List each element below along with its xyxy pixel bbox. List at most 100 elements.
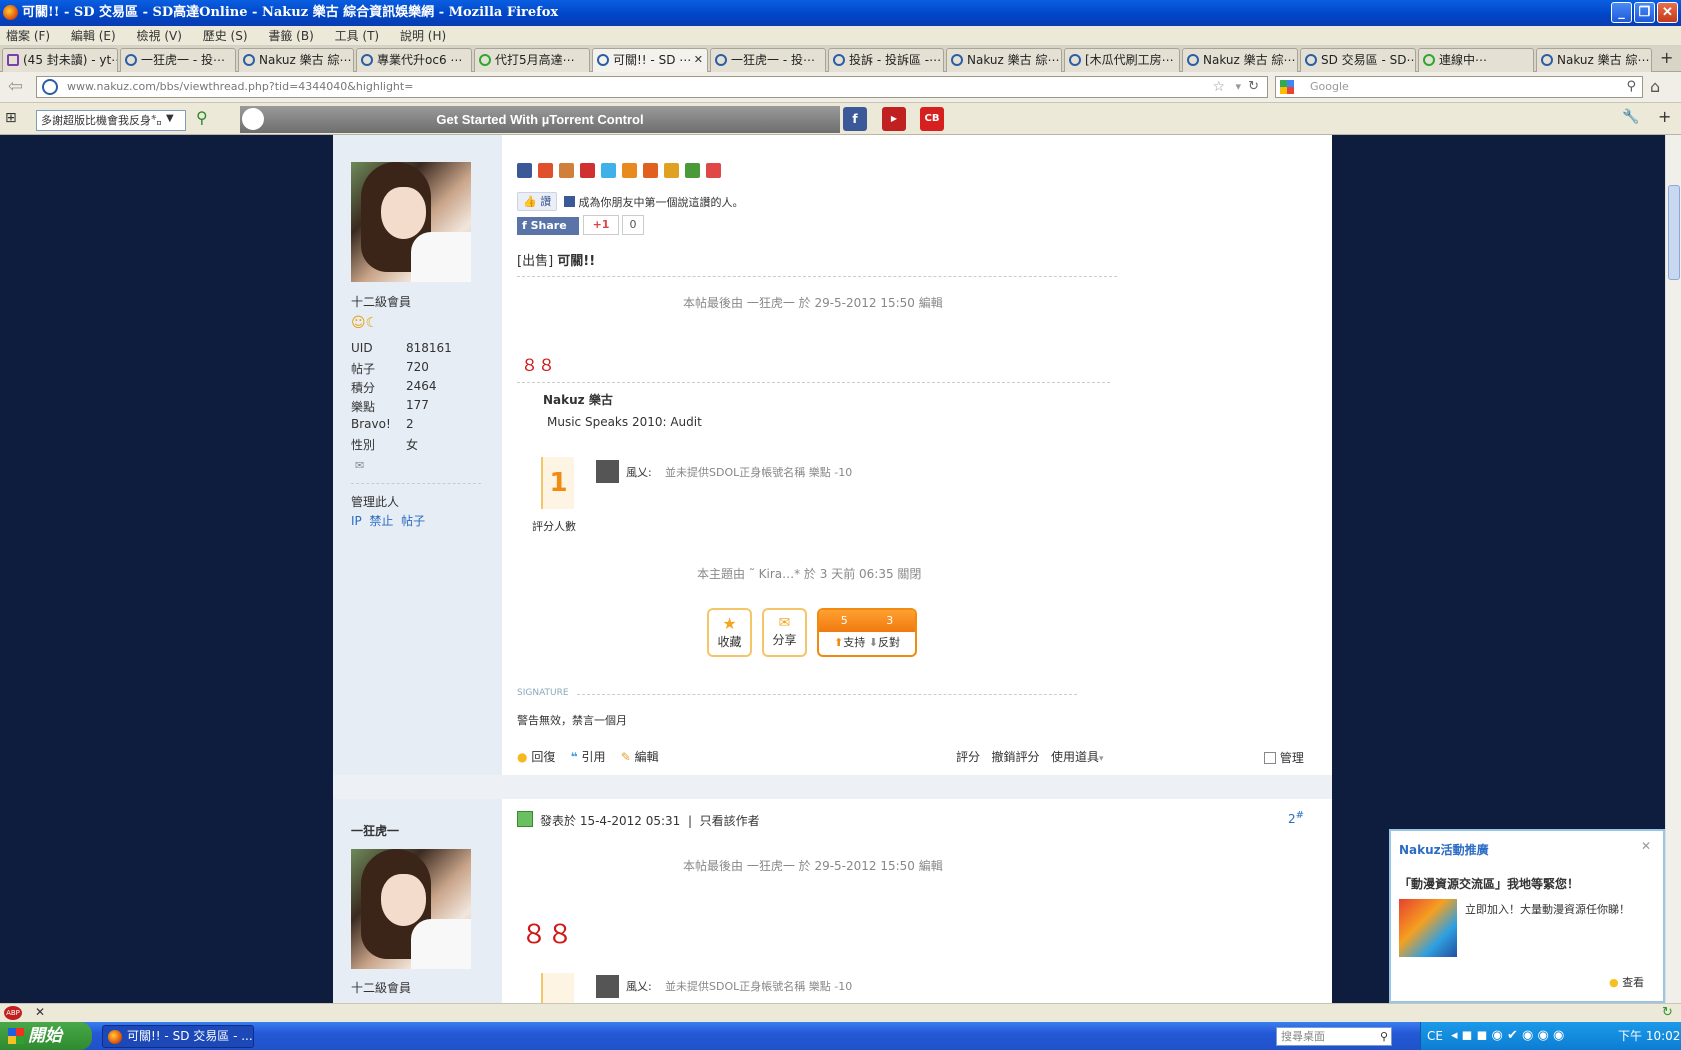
desktop-search-input[interactable]: 搜尋桌面 ⚲ [1276,1027,1392,1046]
avatar[interactable] [351,849,471,969]
author-name[interactable]: 一狂虎一 [351,822,399,839]
share-icon[interactable] [643,163,658,178]
manage-ban-link[interactable]: 禁止 [369,514,393,528]
facebook-share-button[interactable]: f Share [517,217,579,235]
tray-icons[interactable]: ◂ ◼ ◼ ◉ ✔ ◉ ◉ ◉ [1451,1022,1564,1050]
close-icon[interactable]: ✕ [35,1005,45,1019]
ie-icon [1187,54,1199,66]
menu-tools[interactable]: 工具 (T) [335,29,380,43]
tab-active[interactable]: 可關!! - SD ⋯ ✕ [592,48,708,73]
popup-headline[interactable]: 「動漫資源交流區」我地等緊您！ [1399,875,1579,892]
reload-icon[interactable]: ↻ [1248,77,1259,97]
new-tab-button[interactable]: + [1660,48,1673,67]
edit-button[interactable]: 編輯 [635,750,659,764]
tab-item[interactable]: Nakuz 樂古 綜⋯ [1536,48,1652,72]
admin-checkbox[interactable]: 管理 [1264,749,1304,766]
google-plus-button[interactable]: +1 [583,215,619,235]
start-button[interactable]: 開始 [0,1022,92,1050]
plurk-icon[interactable] [580,163,595,178]
avatar[interactable] [351,162,471,282]
manage-ip-link[interactable]: IP [351,514,362,528]
tools-button[interactable]: 使用道具 [1051,750,1099,764]
menu-view[interactable]: 檢視 (V) [137,29,182,43]
rater-avatar[interactable] [596,460,619,483]
manage-posts-link[interactable]: 帖子 [401,514,425,528]
language-indicator[interactable]: CE [1427,1022,1443,1050]
tab-item[interactable]: 代打5月高達⋯ [474,48,590,72]
reply-button[interactable]: 回復 [531,750,555,764]
taskbar-firefox-item[interactable]: 可關!! - SD 交易區 - ... [102,1025,254,1048]
menu-file[interactable]: 檔案 (F) [6,29,50,43]
share-icon[interactable] [706,163,721,178]
wrench-icon[interactable]: 🔧 [1622,109,1639,125]
menu-history[interactable]: 歷史 (S) [203,29,248,43]
thread-title: [出售] 可關!! [517,254,596,269]
adblock-icon[interactable]: ABP [4,1006,22,1020]
tab-item[interactable]: 一狂虎一 - 投⋯ [710,48,826,72]
url-bar[interactable]: www.nakuz.com/bbs/viewthread.php?tid=434… [36,76,1268,98]
maximize-button[interactable]: ❐ [1634,2,1655,23]
unrate-button[interactable]: 撤銷評分 [991,750,1039,764]
google-icon[interactable] [685,163,700,178]
tab-item[interactable]: Nakuz 樂古 綜⋯ [238,48,354,72]
facebook-icon[interactable]: f [843,107,867,131]
share-icon[interactable] [559,163,574,178]
facebook-share-icon[interactable] [517,163,532,178]
search-icon[interactable]: ⚲ [196,108,208,127]
popup-view-link[interactable]: ● 查看 [1609,974,1644,990]
tab-item[interactable]: 專業代升oc6 ⋯ [356,48,472,72]
tab-close-icon[interactable]: ✕ [694,49,703,71]
tab-item[interactable]: Nakuz 樂古 綜⋯ [1182,48,1298,72]
promo-image[interactable] [1399,899,1457,957]
favorite-button[interactable]: ★ 收藏 [707,608,752,657]
dropdown-icon[interactable]: ▾ [1235,77,1241,97]
minimize-button[interactable]: _ [1611,2,1632,23]
tab-item[interactable]: 連線中⋯ [1418,48,1534,72]
forum-page: 十二級會員 ☺☾ UID 818161 帖子 720 積分 2464 樂點 177 Br… [333,135,1332,1003]
twitter-icon[interactable] [601,163,616,178]
hd-icon[interactable] [664,163,679,178]
menu-help[interactable]: 說明 (H) [400,29,446,43]
message-icon[interactable]: ✉ [355,459,364,472]
rate-button[interactable]: 評分 [956,750,980,764]
close-button[interactable]: ✕ [1657,2,1678,23]
scrollbar[interactable] [1665,135,1681,1003]
cb-icon[interactable]: CB [920,107,944,131]
search-bar[interactable]: Google ⚲ [1275,76,1643,98]
rater-name[interactable]: 風乂: [626,978,652,994]
share-button[interactable]: ✉ 分享 [762,608,807,657]
tab-item[interactable]: [木瓜代刷工房⋯ [1064,48,1180,72]
back-icon[interactable]: ⇦ [8,76,23,97]
reload-icon[interactable]: ↻ [1662,1005,1673,1020]
menu-edit[interactable]: 編輯 (E) [71,29,116,43]
bookmark-star-icon[interactable]: ☆ [1212,77,1225,97]
floor-number[interactable]: 2# [1288,810,1304,826]
add-toolbar-button[interactable]: + [1658,107,1671,126]
quote-button[interactable]: 引用 [581,750,605,764]
share-icon[interactable] [622,163,637,178]
post-content: ８８ [521,356,555,376]
only-author-link[interactable]: 只看該作者 [700,814,760,828]
home-icon[interactable]: ⌂ [1650,77,1660,96]
toolbar-select[interactable]: 多謝超版比機會我反身㌔ [36,110,186,131]
share-icon[interactable] [538,163,553,178]
utorrent-banner[interactable]: Get Started With µTorrent Control [240,106,840,133]
menu-bookmarks[interactable]: 書籤 (B) [268,29,313,43]
chevron-down-icon[interactable]: ▼ [166,113,174,124]
play-vids-icon[interactable]: ▶ [882,107,906,131]
oppose-button[interactable]: ⬇反對 [869,636,900,649]
close-icon[interactable]: ✕ [1641,839,1651,853]
tab-item[interactable]: Nakuz 樂古 綜⋯ [946,48,1062,72]
rater-avatar[interactable] [596,975,619,998]
search-icon[interactable]: ⚲ [1626,77,1636,97]
tab-item[interactable]: 一狂虎一 - 投⋯ [120,48,236,72]
rater-name[interactable]: 風乂: [626,464,652,480]
add-icon[interactable]: ⊞ [5,110,17,126]
support-button[interactable]: ⬆支持 [834,636,865,649]
facebook-like-button[interactable]: 👍 讚 [517,192,558,211]
tab-item[interactable]: SD 交易區 - SD⋯ [1300,48,1416,72]
scrollbar-thumb[interactable] [1668,185,1680,280]
windows-taskbar: 開始 可關!! - SD 交易區 - ... 搜尋桌面 ⚲ CE ◂ ◼ ◼ ◉ … [0,1022,1681,1050]
tab-item[interactable]: (45 封未讀) - yt⋯ [2,48,118,72]
tab-item[interactable]: 投訴 - 投訴區 -⋯ [828,48,944,72]
